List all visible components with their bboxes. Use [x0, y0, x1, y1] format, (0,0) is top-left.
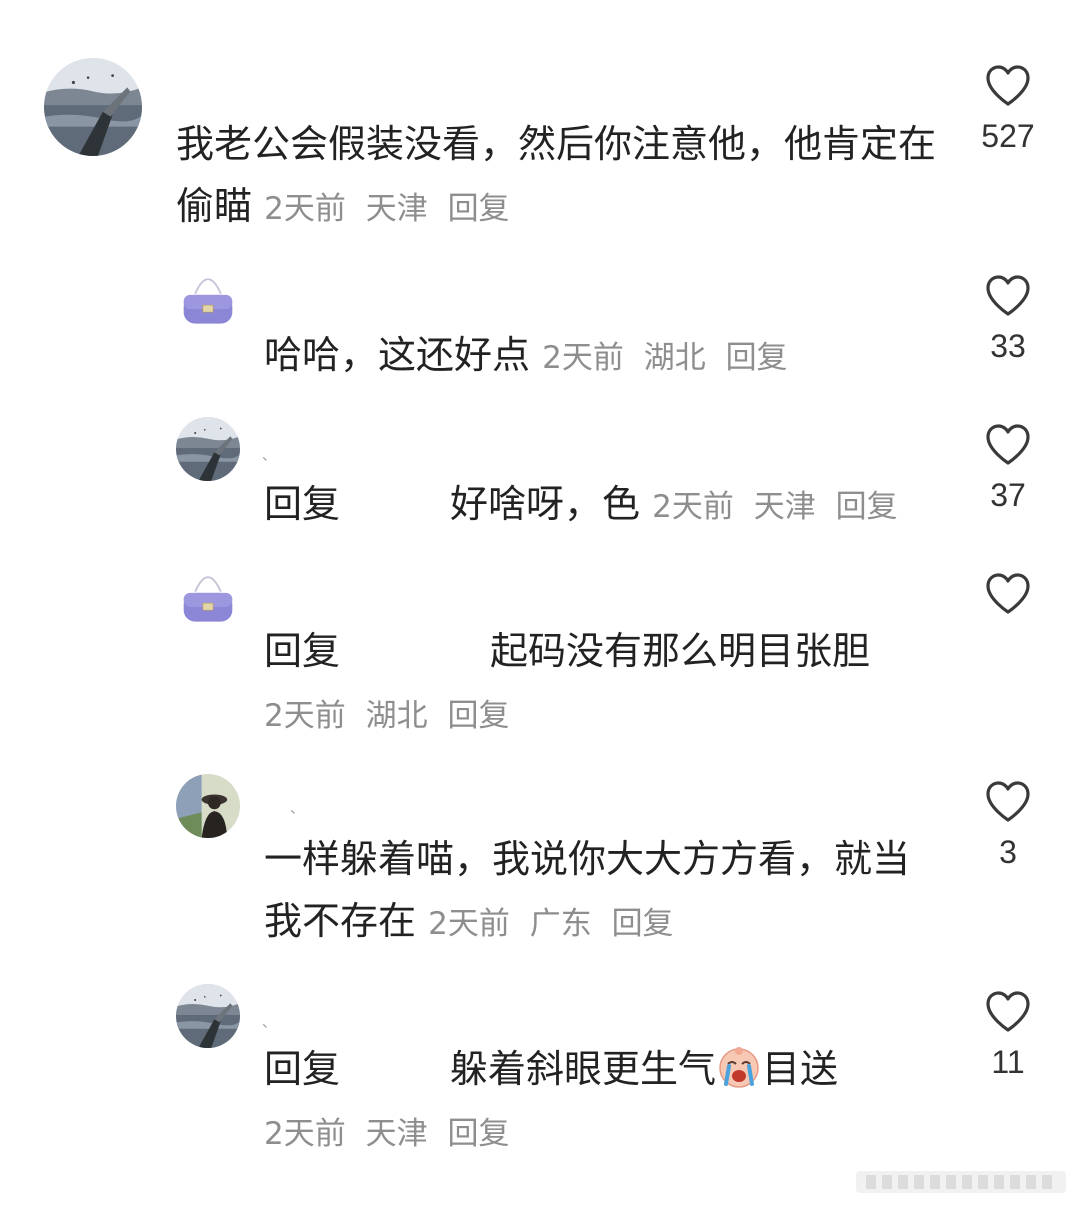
- reply-button[interactable]: 回复: [612, 906, 674, 942]
- comment-location: 天津: [365, 1116, 428, 1152]
- avatar[interactable]: [44, 58, 142, 156]
- like-button[interactable]: [968, 572, 1048, 616]
- comment-location: 湖北: [643, 340, 706, 376]
- comment-location: 湖北: [365, 698, 428, 734]
- heart-outline-icon[interactable]: [984, 274, 1032, 318]
- heart-outline-icon[interactable]: [984, 64, 1032, 108]
- comment-body: 起码没有那么明目张胆: [490, 629, 871, 673]
- avatar[interactable]: [176, 774, 240, 838]
- watermark-logo: [856, 1171, 1066, 1193]
- reply-button[interactable]: 回复: [447, 698, 509, 734]
- username[interactable]: 、: [262, 1016, 276, 1030]
- avatar[interactable]: [176, 984, 240, 1048]
- like-button[interactable]: 11: [968, 990, 1048, 1080]
- comment-time: 2天前: [264, 698, 346, 734]
- comment-meta: 2天前 湖北 回复: [542, 340, 787, 376]
- comment-meta: 2天前 湖北 回复: [264, 698, 509, 734]
- comment-location: 广东: [529, 906, 592, 942]
- comment-body: 哈哈，这还好点: [264, 333, 531, 377]
- comment-time: 2天前: [652, 489, 734, 525]
- comment-time: 2天前: [264, 1116, 346, 1152]
- comment-meta: 2天前 广东 回复: [428, 906, 673, 942]
- like-button[interactable]: 37: [968, 423, 1048, 513]
- heart-outline-icon[interactable]: [984, 572, 1032, 616]
- comment-time: 2天前: [428, 906, 510, 942]
- reply-button[interactable]: 回复: [836, 489, 898, 525]
- reply-button[interactable]: 回复: [448, 191, 510, 227]
- username[interactable]: 、: [290, 802, 304, 816]
- comment-body: 好啥呀，色: [450, 482, 641, 526]
- comment-location: 天津: [365, 191, 428, 227]
- heart-outline-icon[interactable]: [984, 780, 1032, 824]
- comment-meta: 2天前 天津 回复: [264, 191, 509, 227]
- comment-time: 2天前: [542, 340, 624, 376]
- like-button[interactable]: 33: [968, 274, 1048, 364]
- comment-text: 我老公会假装没看，然后你注意他，他肯定在偷瞄 2天前 天津 回复: [176, 113, 936, 240]
- avatar[interactable]: [176, 417, 240, 481]
- comment-body-after-emoji: 目送: [762, 1047, 839, 1091]
- comment-text: 回复 起码没有那么明目张胆 2天前 湖北 回复: [264, 620, 944, 747]
- like-button[interactable]: 527: [968, 64, 1048, 154]
- comment-time: 2天前: [264, 191, 346, 227]
- reply-prefix: 回复: [264, 629, 341, 673]
- comment-meta: 2天前 天津 回复: [652, 489, 897, 525]
- like-count: 3: [999, 834, 1017, 870]
- heart-outline-icon[interactable]: [984, 423, 1032, 467]
- avatar[interactable]: [176, 268, 240, 332]
- comment-body-before-emoji: 躲着斜眼更生气: [450, 1047, 717, 1091]
- reply-prefix: 回复: [264, 482, 341, 526]
- comment-text: 哈哈，这还好点 2天前 湖北 回复: [264, 324, 944, 389]
- reply-button[interactable]: 回复: [447, 1116, 509, 1152]
- like-count: 11: [991, 1044, 1025, 1080]
- comment-location: 天津: [753, 489, 816, 525]
- heart-outline-icon[interactable]: [984, 990, 1032, 1034]
- like-button[interactable]: 3: [968, 780, 1048, 870]
- comment-meta: 2天前 天津 回复: [264, 1116, 509, 1152]
- reply-button[interactable]: 回复: [726, 340, 788, 376]
- avatar[interactable]: [176, 566, 240, 630]
- reply-prefix: 回复: [264, 1047, 341, 1091]
- like-count: 37: [990, 477, 1026, 513]
- like-count: 527: [981, 118, 1035, 154]
- crying-face-emoji-icon: [719, 1047, 759, 1088]
- comment-text: 回复 好啥呀，色 2天前 天津 回复: [264, 473, 944, 538]
- like-count: 33: [990, 328, 1026, 364]
- comment-text: 一样躲着喵，我说你大大方方看，就当我不存在 2天前 广东 回复: [264, 828, 944, 955]
- comment-text: 回复 躲着斜眼更生气 目送 2天前 天津 回复: [264, 1038, 944, 1165]
- username[interactable]: 、: [262, 449, 276, 463]
